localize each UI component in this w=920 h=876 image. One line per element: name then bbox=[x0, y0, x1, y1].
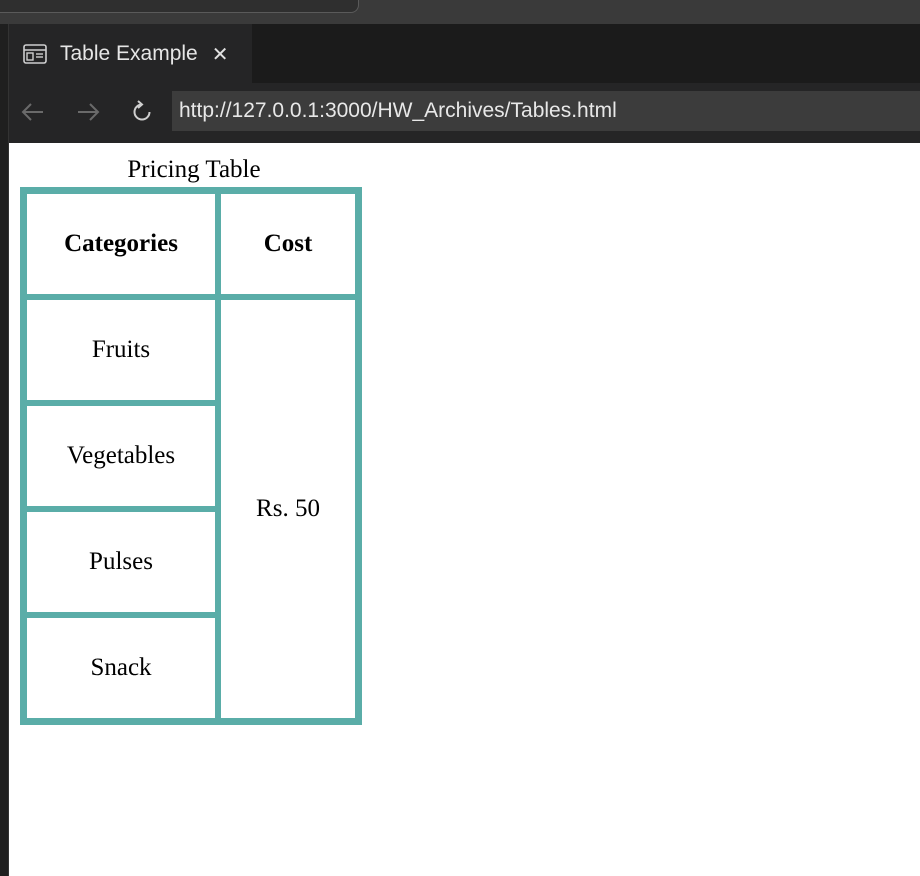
tab-title: Table Example bbox=[60, 41, 198, 65]
table-header-row: Categories Cost bbox=[27, 194, 355, 294]
tab-table-example[interactable]: Table Example ✕ bbox=[9, 24, 252, 83]
category-cell: Vegetables bbox=[27, 406, 215, 506]
tab-bar: Table Example ✕ bbox=[0, 24, 920, 83]
arrow-left-icon bbox=[21, 103, 43, 121]
page-viewport: Pricing Table Categories Cost Fruits Rs.… bbox=[9, 143, 920, 876]
close-icon[interactable]: ✕ bbox=[212, 44, 229, 64]
address-bar[interactable]: http://127.0.0.1:3000/HW_Archives/Tables… bbox=[172, 91, 920, 131]
navigation-bar: http://127.0.0.1:3000/HW_Archives/Tables… bbox=[9, 83, 920, 143]
window-left-edge bbox=[0, 24, 9, 876]
table-row: Fruits Rs. 50 bbox=[27, 300, 355, 718]
pricing-table: Categories Cost Fruits Rs. 50 Vegetables… bbox=[20, 187, 362, 725]
forward-button[interactable] bbox=[71, 95, 105, 129]
window-top-strip bbox=[0, 0, 920, 24]
cost-cell-merged: Rs. 50 bbox=[221, 300, 355, 718]
reload-button[interactable] bbox=[125, 95, 159, 129]
header-cost: Cost bbox=[221, 194, 355, 294]
url-text[interactable]: http://127.0.0.1:3000/HW_Archives/Tables… bbox=[179, 99, 617, 123]
category-cell: Pulses bbox=[27, 512, 215, 612]
arrow-right-icon bbox=[78, 103, 100, 121]
reload-icon bbox=[133, 100, 151, 121]
category-cell: Snack bbox=[27, 618, 215, 718]
table-caption: Pricing Table bbox=[127, 156, 261, 183]
category-cell: Fruits bbox=[27, 300, 215, 400]
browser-page-icon bbox=[23, 43, 47, 64]
window-frame-notch bbox=[0, 0, 359, 13]
header-categories: Categories bbox=[27, 194, 215, 294]
back-button[interactable] bbox=[16, 95, 50, 129]
